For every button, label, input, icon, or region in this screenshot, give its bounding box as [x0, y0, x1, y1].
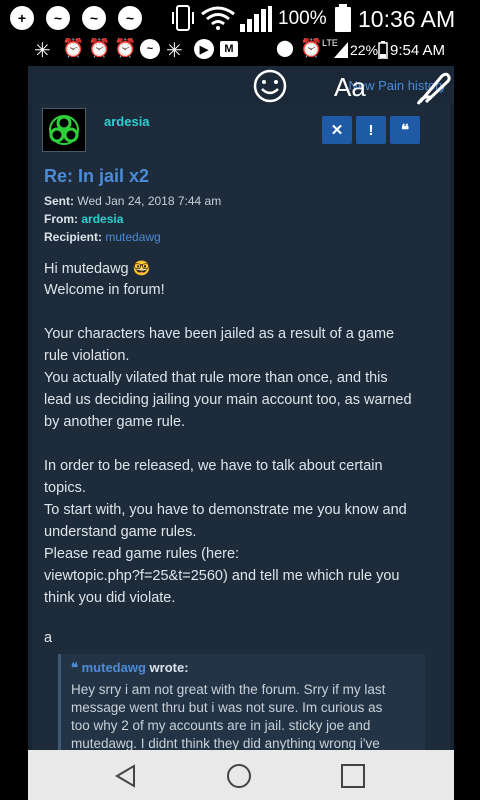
body-line: rule violation.	[44, 348, 130, 364]
body-line: Please read game rules (here:	[44, 546, 240, 562]
delete-icon: ✕	[330, 122, 344, 139]
quote-line: mutedawg. I didnt think they did anythin…	[71, 736, 380, 750]
recipient-label: Recipient:	[44, 230, 103, 244]
delete-button[interactable]: ✕	[322, 116, 352, 144]
recents-button[interactable]	[340, 763, 366, 789]
alarm-icon: ⏰	[62, 38, 85, 58]
forum-page: New Pain history ardesia ✕ ! ❝ Re: In ja…	[28, 66, 454, 750]
message-subject[interactable]: Re: In jail x2	[44, 166, 149, 187]
sent-row: Sent: Wed Jan 24, 2018 7:44 am	[44, 194, 221, 208]
quote-author-link[interactable]: mutedawg	[82, 660, 146, 675]
body-line: In order to be released, we have to talk…	[44, 458, 383, 474]
body-line: lead us deciding jailing your main accou…	[44, 392, 412, 408]
quote-button[interactable]: ❝	[390, 116, 420, 144]
body-line: To start with, you have to demonstrate m…	[44, 502, 407, 518]
quote-block: ❝ mutedawg wrote: Hey srry i am not grea…	[58, 654, 425, 750]
location-icon: ⬤	[276, 40, 294, 57]
quote-line: message went thru but i was not sure. Im…	[71, 700, 383, 715]
battery-icon	[334, 4, 352, 32]
emoji-icon[interactable]	[252, 68, 288, 104]
from-row: From: ardesia	[44, 212, 123, 226]
messenger-icon-3: ~	[118, 6, 142, 30]
body-line: understand game rules.	[44, 524, 197, 540]
signal-icon	[240, 6, 272, 32]
battery-small-icon	[378, 41, 388, 59]
body-line: Hi mutedawg 🤓	[44, 261, 151, 277]
top-nav: New Pain history	[28, 66, 454, 104]
alarm-icon-2: ⏰	[88, 38, 111, 58]
quote-icon: ❝	[400, 122, 410, 139]
body-line: think you did violate.	[44, 590, 176, 606]
messenger-icon: ~	[46, 6, 70, 30]
clock: 10:36 AM	[358, 6, 456, 32]
quote-mark-icon: ❝	[71, 660, 78, 675]
body-line: Welcome in forum!	[44, 282, 165, 298]
quote-line: Hey srry i am not great with the forum. …	[71, 682, 386, 697]
quote-header: ❝ mutedawg wrote:	[71, 660, 189, 676]
biohazard-icon	[43, 109, 85, 151]
recipient-row: Recipient: mutedawg	[44, 230, 161, 244]
recipient-link[interactable]: mutedawg	[105, 230, 160, 244]
from-label: From:	[44, 212, 78, 226]
status-bar: + ~ ~ ~ 100% 10:36 AM ✳ ⏰ ⏰ ⏰ ~ ✳ ▶ M ⬤ …	[0, 0, 480, 66]
text-format-button[interactable]: Aa	[334, 72, 366, 103]
author-name[interactable]: ardesia	[104, 114, 150, 129]
body-line: by another game rule.	[44, 414, 186, 430]
android-nav-bar	[28, 750, 454, 800]
back-button[interactable]	[114, 764, 138, 788]
messenger-small-icon: ~	[140, 39, 160, 59]
quote-line: too why 2 of my accounts are in jail. st…	[71, 718, 371, 733]
messenger-icon-2: ~	[82, 6, 106, 30]
plus-icon: +	[10, 6, 34, 30]
body-line: Your characters have been jailed as a re…	[44, 326, 395, 342]
body-line: You actually vilated that rule more than…	[44, 370, 388, 386]
body-line: a	[44, 630, 53, 646]
avatar[interactable]	[42, 108, 86, 152]
report-icon: !	[368, 121, 374, 139]
body-line: viewtopic.php?f=25&t=2560) and tell me w…	[44, 568, 400, 584]
small-signal-icon	[334, 42, 348, 58]
body-line: topics.	[44, 480, 86, 496]
home-icon	[227, 764, 251, 788]
sent-label: Sent:	[44, 194, 74, 208]
alarm-icon-3: ⏰	[114, 38, 137, 58]
asterisk-icon: ✳	[34, 40, 51, 62]
sent-value: Wed Jan 24, 2018 7:44 am	[77, 194, 222, 208]
asterisk-icon-2: ✳	[166, 40, 183, 62]
battery-percent: 100%	[278, 8, 327, 29]
quote-wrote-label: wrote:	[149, 660, 189, 675]
private-message-post: ardesia ✕ ! ❝ Re: In jail x2 Sent: Wed J…	[32, 104, 450, 750]
vibrate-icon	[172, 4, 194, 32]
handwriting-icon[interactable]	[414, 68, 452, 106]
from-user-link[interactable]: ardesia	[81, 212, 123, 226]
mail-icon: M	[220, 41, 238, 57]
back-icon	[115, 764, 135, 788]
clock-small: 9:54 AM	[390, 42, 446, 59]
report-button[interactable]: !	[356, 116, 386, 144]
battery-percent-small: 22%	[350, 42, 379, 58]
play-icon: ▶	[194, 39, 214, 59]
alarm-clock-icon: ⏰	[300, 38, 323, 58]
home-button[interactable]	[226, 763, 252, 789]
recents-icon	[341, 764, 365, 788]
wifi-icon	[200, 6, 236, 30]
